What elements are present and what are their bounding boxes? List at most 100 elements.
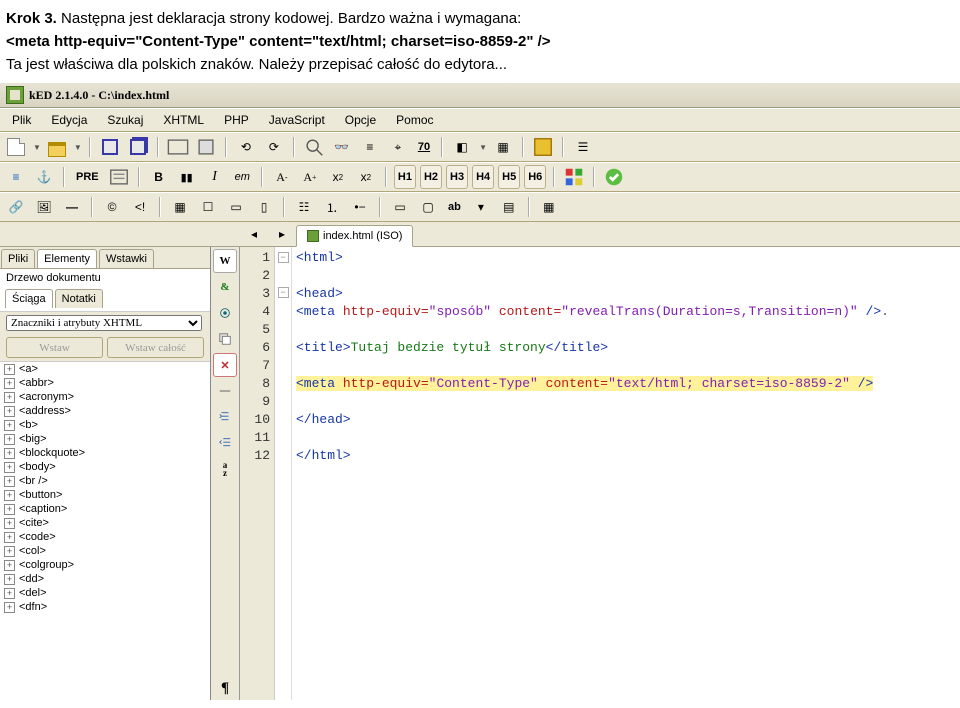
font-smaller-button[interactable]: A-	[270, 165, 294, 189]
tr-button[interactable]: ▭	[224, 195, 248, 219]
sidebar-tab-wstawki[interactable]: Wstawki	[99, 249, 154, 268]
em-button[interactable]: em	[231, 165, 254, 189]
anchor2-button[interactable]: ⚓	[32, 165, 56, 189]
tree-node[interactable]: +<body>	[0, 460, 210, 474]
tool-6[interactable]: ⌖	[386, 135, 410, 159]
vbtn-amp[interactable]: &	[213, 275, 237, 299]
save-button[interactable]	[98, 135, 122, 159]
tree-node[interactable]: +<b>	[0, 418, 210, 432]
ol-button[interactable]: ⒈	[320, 195, 344, 219]
tool-a[interactable]: ◧	[450, 135, 474, 159]
validate-button[interactable]	[602, 165, 626, 189]
sidebar-tab-sciaga[interactable]: Ściąga	[5, 289, 53, 308]
expand-icon[interactable]: +	[4, 364, 15, 375]
tree-node[interactable]: +<colgroup>	[0, 558, 210, 572]
menu-pomoc[interactable]: Pomoc	[388, 111, 441, 129]
expand-icon[interactable]: +	[4, 546, 15, 557]
fold-marker[interactable]: −	[278, 252, 289, 263]
para-button[interactable]	[107, 165, 131, 189]
expand-icon[interactable]: +	[4, 602, 15, 613]
sidebar-select[interactable]: Znaczniki i atrybuty XHTML	[6, 315, 202, 331]
pre-button[interactable]: PRE	[72, 165, 103, 189]
tree-node[interactable]: +<button>	[0, 488, 210, 502]
input-button[interactable]: ▢	[416, 195, 440, 219]
expand-icon[interactable]: +	[4, 434, 15, 445]
h4-button[interactable]: H4	[472, 165, 494, 189]
tree-node[interactable]: +<a>	[0, 362, 210, 376]
tree-node[interactable]: +<code>	[0, 530, 210, 544]
td-button[interactable]: ☐	[196, 195, 220, 219]
bold-button[interactable]: B	[147, 165, 171, 189]
code-editor[interactable]: <html> <head> <meta http-equiv="sposób" …	[292, 247, 960, 700]
expand-icon[interactable]: +	[4, 518, 15, 529]
vbtn-line[interactable]	[213, 379, 237, 403]
tool-5[interactable]: ≡	[358, 135, 382, 159]
sup-button[interactable]: x2	[326, 165, 350, 189]
comment-button[interactable]: <!	[128, 195, 152, 219]
expand-icon[interactable]: +	[4, 504, 15, 515]
frame-button[interactable]: ▦	[537, 195, 561, 219]
tool-d[interactable]: ☰	[571, 135, 595, 159]
tree-node[interactable]: +<address>	[0, 404, 210, 418]
tool-4[interactable]: ⟳	[262, 135, 286, 159]
expand-icon[interactable]: +	[4, 588, 15, 599]
menu-szukaj[interactable]: Szukaj	[99, 111, 151, 129]
tree-node[interactable]: +<dfn>	[0, 600, 210, 614]
tree-node[interactable]: +<caption>	[0, 502, 210, 516]
tree-node[interactable]: +<abbr>	[0, 376, 210, 390]
tree-node[interactable]: +<col>	[0, 544, 210, 558]
menu-xhtml[interactable]: XHTML	[155, 111, 212, 129]
vbtn-layers[interactable]	[213, 327, 237, 351]
tool-1[interactable]	[166, 135, 190, 159]
btn-wstaw-calosc[interactable]: Wstaw całość	[107, 337, 204, 358]
menu-javascript[interactable]: JavaScript	[261, 111, 333, 129]
h2-button[interactable]: H2	[420, 165, 442, 189]
expand-icon[interactable]: +	[4, 448, 15, 459]
expand-icon[interactable]: +	[4, 490, 15, 501]
vbtn-target[interactable]	[213, 301, 237, 325]
tree-node[interactable]: +<big>	[0, 432, 210, 446]
btn-wstaw[interactable]: Wstaw	[6, 337, 103, 358]
sidebar-tab-notatki[interactable]: Notatki	[55, 289, 103, 308]
menu-php[interactable]: PHP	[216, 111, 257, 129]
menu-edycja[interactable]: Edycja	[43, 111, 95, 129]
expand-icon[interactable]: +	[4, 476, 15, 487]
menu-plik[interactable]: Plik	[4, 111, 39, 129]
tool-3[interactable]: ⟲	[234, 135, 258, 159]
color-button[interactable]	[562, 165, 586, 189]
new-file-button[interactable]	[4, 135, 28, 159]
hr-button[interactable]: —	[60, 195, 84, 219]
expand-icon[interactable]: +	[4, 560, 15, 571]
tool-b[interactable]: ▦	[491, 135, 515, 159]
sidebar-tab-elementy[interactable]: Elementy	[37, 249, 97, 268]
rowspan-button[interactable]: ▯	[252, 195, 276, 219]
open-file-button[interactable]	[45, 135, 69, 159]
vbtn-sortaz[interactable]: az	[213, 457, 237, 481]
tree-node[interactable]: +<acronym>	[0, 390, 210, 404]
table-button[interactable]: ▦	[168, 195, 192, 219]
prev-tab-button[interactable]: ◂	[242, 222, 266, 246]
h6-button[interactable]: H6	[524, 165, 546, 189]
vbtn-close[interactable]: ✕	[213, 353, 237, 377]
sidebar-tab-pliki[interactable]: Pliki	[1, 249, 35, 268]
ul-button[interactable]: ☷	[292, 195, 316, 219]
sub-button[interactable]: x2	[354, 165, 378, 189]
expand-icon[interactable]: +	[4, 462, 15, 473]
vbtn-outdent[interactable]	[213, 431, 237, 455]
ab-button[interactable]: ab	[444, 195, 465, 219]
editor-tab-index[interactable]: index.html (ISO)	[296, 225, 413, 247]
expand-icon[interactable]: +	[4, 574, 15, 585]
tree-node[interactable]: +<dd>	[0, 572, 210, 586]
tool-70[interactable]: 70	[414, 135, 434, 159]
italic-button[interactable]: I	[203, 165, 227, 189]
select-button[interactable]: ▾	[469, 195, 493, 219]
li-button[interactable]: •−	[348, 195, 372, 219]
h3-button[interactable]: H3	[446, 165, 468, 189]
strike-button[interactable]: ▮▮	[175, 165, 199, 189]
h5-button[interactable]: H5	[498, 165, 520, 189]
link-button[interactable]: 🔗	[4, 195, 28, 219]
tool-2[interactable]	[194, 135, 218, 159]
vbtn-w[interactable]: W	[213, 249, 237, 273]
font-larger-button[interactable]: A+	[298, 165, 322, 189]
tool-binoc[interactable]: 👓	[330, 135, 354, 159]
